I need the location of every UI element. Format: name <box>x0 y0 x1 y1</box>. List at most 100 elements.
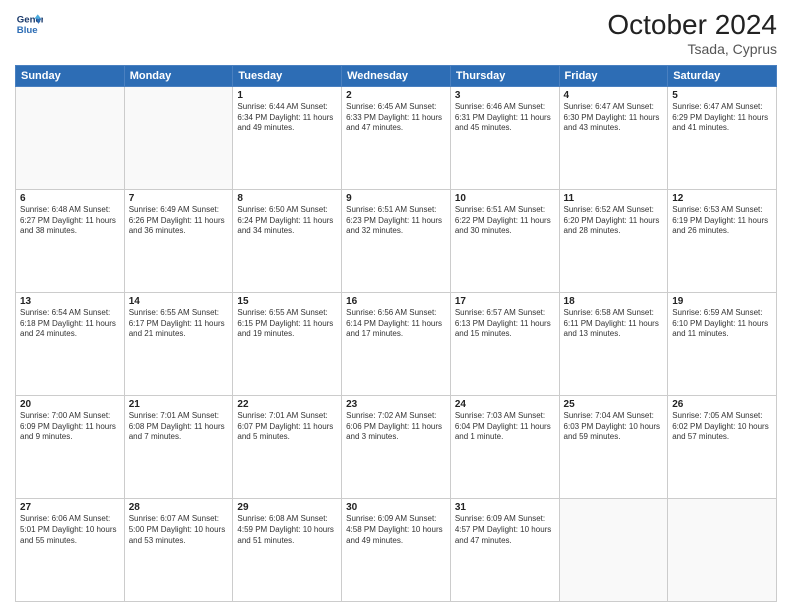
day-number: 21 <box>129 399 229 410</box>
cell-text: Sunrise: 6:47 AM Sunset: 6:30 PM Dayligh… <box>564 102 664 134</box>
cell-text: Sunrise: 6:07 AM Sunset: 5:00 PM Dayligh… <box>129 514 229 546</box>
day-number: 16 <box>346 296 446 307</box>
calendar-cell <box>124 86 233 189</box>
cell-text: Sunrise: 6:09 AM Sunset: 4:57 PM Dayligh… <box>455 514 555 546</box>
day-number: 30 <box>346 502 446 513</box>
cell-text: Sunrise: 6:56 AM Sunset: 6:14 PM Dayligh… <box>346 308 446 340</box>
day-number: 28 <box>129 502 229 513</box>
calendar-cell: 26Sunrise: 7:05 AM Sunset: 6:02 PM Dayli… <box>668 395 777 498</box>
day-number: 17 <box>455 296 555 307</box>
month-title: October 2024 <box>607 10 777 41</box>
logo: General Blue <box>15 10 43 38</box>
calendar-cell <box>16 86 125 189</box>
calendar-cell: 9Sunrise: 6:51 AM Sunset: 6:23 PM Daylig… <box>342 189 451 292</box>
day-number: 24 <box>455 399 555 410</box>
calendar-cell: 22Sunrise: 7:01 AM Sunset: 6:07 PM Dayli… <box>233 395 342 498</box>
day-number: 11 <box>564 193 664 204</box>
cell-text: Sunrise: 7:00 AM Sunset: 6:09 PM Dayligh… <box>20 411 120 443</box>
calendar-cell: 8Sunrise: 6:50 AM Sunset: 6:24 PM Daylig… <box>233 189 342 292</box>
calendar-cell <box>668 498 777 601</box>
day-number: 4 <box>564 90 664 101</box>
day-number: 23 <box>346 399 446 410</box>
cell-text: Sunrise: 6:06 AM Sunset: 5:01 PM Dayligh… <box>20 514 120 546</box>
calendar-cell: 24Sunrise: 7:03 AM Sunset: 6:04 PM Dayli… <box>450 395 559 498</box>
weekday-header: Sunday <box>16 65 125 86</box>
calendar-cell: 17Sunrise: 6:57 AM Sunset: 6:13 PM Dayli… <box>450 292 559 395</box>
calendar-cell: 7Sunrise: 6:49 AM Sunset: 6:26 PM Daylig… <box>124 189 233 292</box>
calendar-cell: 14Sunrise: 6:55 AM Sunset: 6:17 PM Dayli… <box>124 292 233 395</box>
calendar-cell: 1Sunrise: 6:44 AM Sunset: 6:34 PM Daylig… <box>233 86 342 189</box>
day-number: 20 <box>20 399 120 410</box>
page: General Blue October 2024 Tsada, Cyprus … <box>0 0 792 612</box>
cell-text: Sunrise: 6:55 AM Sunset: 6:15 PM Dayligh… <box>237 308 337 340</box>
day-number: 15 <box>237 296 337 307</box>
cell-text: Sunrise: 6:44 AM Sunset: 6:34 PM Dayligh… <box>237 102 337 134</box>
day-number: 10 <box>455 193 555 204</box>
logo-icon: General Blue <box>15 10 43 38</box>
cell-text: Sunrise: 6:57 AM Sunset: 6:13 PM Dayligh… <box>455 308 555 340</box>
cell-text: Sunrise: 7:01 AM Sunset: 6:08 PM Dayligh… <box>129 411 229 443</box>
calendar-cell: 18Sunrise: 6:58 AM Sunset: 6:11 PM Dayli… <box>559 292 668 395</box>
calendar-cell: 5Sunrise: 6:47 AM Sunset: 6:29 PM Daylig… <box>668 86 777 189</box>
day-number: 22 <box>237 399 337 410</box>
calendar-week: 6Sunrise: 6:48 AM Sunset: 6:27 PM Daylig… <box>16 189 777 292</box>
day-number: 8 <box>237 193 337 204</box>
day-number: 12 <box>672 193 772 204</box>
day-number: 27 <box>20 502 120 513</box>
day-number: 25 <box>564 399 664 410</box>
cell-text: Sunrise: 7:05 AM Sunset: 6:02 PM Dayligh… <box>672 411 772 443</box>
calendar-cell: 27Sunrise: 6:06 AM Sunset: 5:01 PM Dayli… <box>16 498 125 601</box>
cell-text: Sunrise: 6:54 AM Sunset: 6:18 PM Dayligh… <box>20 308 120 340</box>
day-number: 3 <box>455 90 555 101</box>
calendar-cell: 6Sunrise: 6:48 AM Sunset: 6:27 PM Daylig… <box>16 189 125 292</box>
cell-text: Sunrise: 7:02 AM Sunset: 6:06 PM Dayligh… <box>346 411 446 443</box>
calendar-table: SundayMondayTuesdayWednesdayThursdayFrid… <box>15 65 777 602</box>
day-number: 7 <box>129 193 229 204</box>
calendar-week: 1Sunrise: 6:44 AM Sunset: 6:34 PM Daylig… <box>16 86 777 189</box>
cell-text: Sunrise: 6:50 AM Sunset: 6:24 PM Dayligh… <box>237 205 337 237</box>
title-block: October 2024 Tsada, Cyprus <box>607 10 777 57</box>
weekday-header: Friday <box>559 65 668 86</box>
weekday-header: Wednesday <box>342 65 451 86</box>
cell-text: Sunrise: 6:53 AM Sunset: 6:19 PM Dayligh… <box>672 205 772 237</box>
day-number: 14 <box>129 296 229 307</box>
cell-text: Sunrise: 7:01 AM Sunset: 6:07 PM Dayligh… <box>237 411 337 443</box>
calendar-cell: 30Sunrise: 6:09 AM Sunset: 4:58 PM Dayli… <box>342 498 451 601</box>
calendar-cell: 3Sunrise: 6:46 AM Sunset: 6:31 PM Daylig… <box>450 86 559 189</box>
cell-text: Sunrise: 6:58 AM Sunset: 6:11 PM Dayligh… <box>564 308 664 340</box>
day-number: 5 <box>672 90 772 101</box>
calendar-cell: 15Sunrise: 6:55 AM Sunset: 6:15 PM Dayli… <box>233 292 342 395</box>
cell-text: Sunrise: 6:59 AM Sunset: 6:10 PM Dayligh… <box>672 308 772 340</box>
day-number: 13 <box>20 296 120 307</box>
day-number: 9 <box>346 193 446 204</box>
calendar-cell: 19Sunrise: 6:59 AM Sunset: 6:10 PM Dayli… <box>668 292 777 395</box>
day-number: 6 <box>20 193 120 204</box>
calendar-cell: 25Sunrise: 7:04 AM Sunset: 6:03 PM Dayli… <box>559 395 668 498</box>
calendar-cell <box>559 498 668 601</box>
svg-text:Blue: Blue <box>17 25 38 36</box>
cell-text: Sunrise: 6:45 AM Sunset: 6:33 PM Dayligh… <box>346 102 446 134</box>
calendar-cell: 13Sunrise: 6:54 AM Sunset: 6:18 PM Dayli… <box>16 292 125 395</box>
day-number: 1 <box>237 90 337 101</box>
calendar-week: 27Sunrise: 6:06 AM Sunset: 5:01 PM Dayli… <box>16 498 777 601</box>
calendar-cell: 20Sunrise: 7:00 AM Sunset: 6:09 PM Dayli… <box>16 395 125 498</box>
cell-text: Sunrise: 6:47 AM Sunset: 6:29 PM Dayligh… <box>672 102 772 134</box>
day-number: 2 <box>346 90 446 101</box>
weekday-header: Thursday <box>450 65 559 86</box>
day-number: 26 <box>672 399 772 410</box>
cell-text: Sunrise: 6:09 AM Sunset: 4:58 PM Dayligh… <box>346 514 446 546</box>
calendar-cell: 29Sunrise: 6:08 AM Sunset: 4:59 PM Dayli… <box>233 498 342 601</box>
calendar-cell: 16Sunrise: 6:56 AM Sunset: 6:14 PM Dayli… <box>342 292 451 395</box>
cell-text: Sunrise: 6:49 AM Sunset: 6:26 PM Dayligh… <box>129 205 229 237</box>
cell-text: Sunrise: 6:55 AM Sunset: 6:17 PM Dayligh… <box>129 308 229 340</box>
calendar-cell: 28Sunrise: 6:07 AM Sunset: 5:00 PM Dayli… <box>124 498 233 601</box>
cell-text: Sunrise: 6:51 AM Sunset: 6:22 PM Dayligh… <box>455 205 555 237</box>
calendar-week: 13Sunrise: 6:54 AM Sunset: 6:18 PM Dayli… <box>16 292 777 395</box>
calendar-cell: 11Sunrise: 6:52 AM Sunset: 6:20 PM Dayli… <box>559 189 668 292</box>
calendar-cell: 2Sunrise: 6:45 AM Sunset: 6:33 PM Daylig… <box>342 86 451 189</box>
cell-text: Sunrise: 6:48 AM Sunset: 6:27 PM Dayligh… <box>20 205 120 237</box>
day-number: 29 <box>237 502 337 513</box>
weekday-header: Tuesday <box>233 65 342 86</box>
calendar-cell: 10Sunrise: 6:51 AM Sunset: 6:22 PM Dayli… <box>450 189 559 292</box>
cell-text: Sunrise: 6:08 AM Sunset: 4:59 PM Dayligh… <box>237 514 337 546</box>
